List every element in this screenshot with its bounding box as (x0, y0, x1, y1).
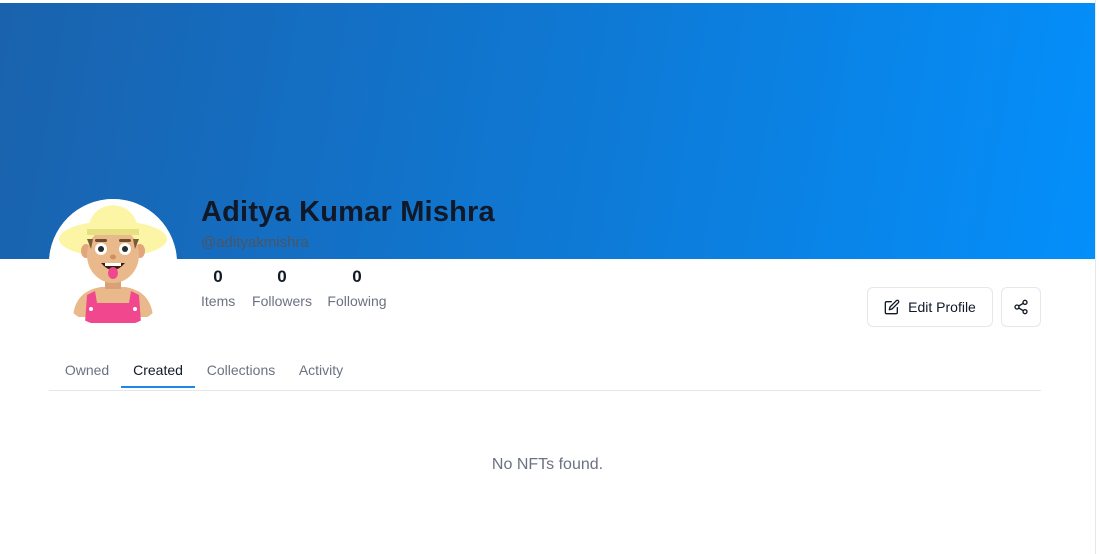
share-button[interactable] (1001, 287, 1041, 327)
edit-icon (884, 299, 900, 315)
tab-collections[interactable]: Collections (199, 350, 283, 390)
stat-following-label: Following (327, 293, 387, 309)
stat-following[interactable]: 0 Following (327, 266, 387, 314)
stat-items-label: Items (201, 293, 236, 309)
stat-following-value: 0 (352, 267, 362, 286)
scrollbar-track[interactable] (1095, 0, 1099, 554)
edit-profile-button[interactable]: Edit Profile (867, 287, 993, 327)
stat-items[interactable]: 0 Items (201, 266, 235, 314)
edit-profile-label: Edit Profile (908, 299, 976, 315)
tab-activity[interactable]: Activity (291, 350, 351, 390)
profile-tabs: Owned Created Collections Activity (49, 350, 1041, 391)
empty-state-message: No NFTs found. (491, 456, 604, 473)
profile-handle: @adityakmishra (201, 234, 309, 251)
share-icon (1014, 299, 1028, 315)
stat-followers-label: Followers (252, 293, 312, 309)
tab-created[interactable]: Created (121, 350, 195, 388)
stat-items-value: 0 (213, 267, 223, 286)
stat-followers[interactable]: 0 Followers (251, 266, 313, 314)
stat-followers-value: 0 (277, 267, 287, 286)
avatar[interactable] (49, 199, 177, 327)
tab-owned[interactable]: Owned (57, 350, 117, 390)
profile-name: Aditya Kumar Mishra (201, 196, 495, 228)
farmer-avatar-illustration (49, 199, 177, 327)
